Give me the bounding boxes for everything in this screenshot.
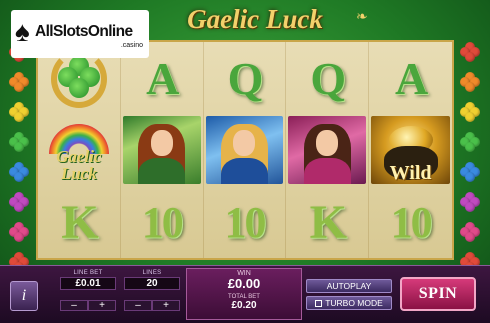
logo-text: AllSlotsOnline [35, 23, 133, 40]
symbol-logo: Gaelic Luck [38, 148, 120, 182]
clover-icon [57, 56, 100, 98]
autoplay-button[interactable]: AUTOPLAY [306, 279, 392, 293]
reel-cell: Gaelic Luck [38, 114, 121, 186]
clover-icon [9, 192, 29, 212]
symbol-letter: A [394, 52, 428, 104]
lines-label: LINES [142, 270, 162, 276]
pot-of-gold-wild-symbol: Wild [371, 116, 450, 184]
reel-cell: Wild [369, 114, 452, 186]
spade-icon: ♠ [15, 16, 30, 47]
lines-plus-button[interactable]: + [152, 300, 180, 311]
wild-label: Wild [389, 162, 432, 184]
symbol-letter: Q [227, 52, 264, 104]
lines-value: 20 [124, 277, 180, 290]
logo-subtext: .casino [120, 42, 143, 49]
reel-cell: 10 [204, 186, 287, 258]
clover-icon [9, 132, 29, 152]
lines-minus-button[interactable]: – [124, 300, 152, 311]
reel-cell: K [286, 186, 370, 258]
symbol-letter: 10 [141, 197, 184, 247]
game-title: Gaelic Luck [187, 4, 323, 34]
clover-icon [460, 192, 480, 212]
pink-dress-girl-symbol [288, 116, 367, 184]
reel-cell [286, 114, 370, 186]
line-bet-value: £0.01 [60, 277, 116, 290]
clover-icon [9, 102, 29, 122]
clover-icon [460, 132, 480, 152]
total-bet-value: £0.20 [231, 300, 257, 311]
blue-dress-girl-symbol [205, 116, 284, 184]
symbol-letter: Q [310, 52, 346, 104]
turbo-mode-label: TURBO MODE [325, 298, 383, 308]
right-clover-border [459, 42, 481, 272]
symbol-letter: 10 [390, 197, 433, 247]
clover-icon [460, 162, 480, 182]
reel-cell: A [369, 42, 452, 114]
reel-cell: K [38, 186, 121, 258]
line-bet-display: LINE BET £0.01 [60, 270, 116, 290]
left-clover-border [8, 42, 30, 272]
turbo-mode-toggle[interactable]: TURBO MODE [306, 296, 392, 310]
clover-icon [460, 102, 480, 122]
clover-icon [460, 72, 480, 92]
reel-cell [121, 114, 204, 186]
symbol-logo-line1: Gaelic [56, 147, 102, 166]
symbol-logo-line2: Luck [60, 164, 97, 183]
line-bet-minus-button[interactable]: – [60, 300, 88, 311]
clover-icon [460, 222, 480, 242]
reel-cell: 10 [369, 186, 452, 258]
clover-icon [460, 42, 480, 62]
reel-grid: A Q Q A Gaelic Luck Wild K 10 10 K 10 [36, 40, 454, 260]
reel-cell: 10 [121, 186, 204, 258]
site-logo: ♠ AllSlotsOnline .casino [11, 10, 149, 58]
clover-icon [9, 162, 29, 182]
green-hat-girl-symbol [122, 116, 201, 184]
reel-cell [204, 114, 287, 186]
line-bet-label: LINE BET [73, 270, 103, 276]
checkbox-icon[interactable] [315, 300, 323, 307]
win-panel: WIN £0.00 TOTAL BET £0.20 [186, 268, 302, 320]
info-button[interactable]: i [10, 281, 38, 311]
clover-icon [9, 72, 29, 92]
clover-icon [9, 222, 29, 242]
spin-button[interactable]: SPIN [400, 277, 476, 311]
line-bet-plus-button[interactable]: + [88, 300, 116, 311]
symbol-letter: K [309, 195, 347, 249]
reel-cell: Q [286, 42, 370, 114]
swirl-icon: ❧ [356, 8, 368, 24]
symbol-letter: 10 [224, 197, 266, 247]
symbol-letter: K [61, 195, 98, 249]
win-value: £0.00 [227, 276, 261, 291]
symbol-letter: A [146, 52, 179, 104]
lines-display: LINES 20 [124, 270, 180, 290]
reel-cell: Q [204, 42, 287, 114]
